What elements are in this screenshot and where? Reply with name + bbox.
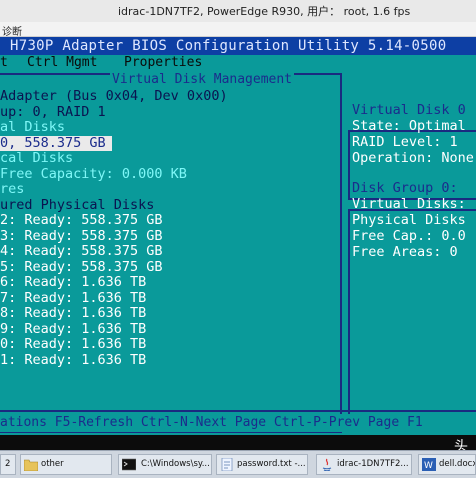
tree-line-hotspares[interactable]: res: [0, 181, 24, 198]
taskbar: 2 other C:\Windows\sy... password.txt -.…: [0, 450, 476, 478]
tree-line-disk[interactable]: 8: Ready: 1.636 TB: [0, 305, 146, 322]
tree-line-disk[interactable]: 4: Ready: 558.375 GB: [0, 243, 163, 260]
footer-divider: [0, 410, 476, 412]
taskbar-item-cmd[interactable]: C:\Windows\sy...: [118, 454, 212, 475]
tree-line-vd0-selected[interactable]: 0, 558.375 GB: [0, 135, 112, 151]
tree-line-unconfigured[interactable]: ured Physical Disks: [0, 197, 154, 214]
tree-line-disk[interactable]: 0: Ready: 1.636 TB: [0, 336, 146, 353]
taskbar-label: C:\Windows\sy...: [141, 459, 210, 469]
tree-line-disk[interactable]: 6: Ready: 1.636 TB: [0, 274, 146, 291]
notepad-icon: [221, 458, 233, 471]
java-icon: [322, 458, 332, 471]
tree-line-disk[interactable]: 9: Ready: 1.636 TB: [0, 321, 146, 338]
tree-line-adapter[interactable]: Adapter (Bus 0x04, Dev 0x00): [0, 88, 228, 105]
vd-info-title: Virtual Disk 0: [352, 102, 466, 118]
window-menubar: 诊断: [0, 22, 476, 38]
taskbar-item-notepad[interactable]: password.txt -...: [216, 454, 308, 475]
cmd-icon: [122, 458, 136, 471]
dg-info-free-areas: Free Areas: 0: [352, 244, 458, 260]
taskbar-item-folder[interactable]: other: [20, 454, 112, 475]
dg-info-physical-disks: Physical Disks: [352, 212, 466, 228]
dg-info-virtual-disks: Virtual Disks:: [352, 196, 466, 212]
tree-line-disk[interactable]: 5: Ready: 558.375 GB: [0, 259, 163, 276]
bios-menu: t Ctrl Mgmt Properties: [0, 55, 476, 71]
tree-line-disk[interactable]: 2: Ready: 558.375 GB: [0, 212, 163, 229]
taskbar-label: password.txt -...: [237, 459, 306, 469]
bios-header-title: H730P Adapter BIOS Configuration Utility…: [10, 38, 447, 54]
dg-info-title: Disk Group 0:: [352, 180, 458, 196]
bios-header: H730P Adapter BIOS Configuration Utility…: [0, 37, 476, 55]
tree-line-disk[interactable]: 3: Ready: 558.375 GB: [0, 228, 163, 245]
vd-info-state: State: Optimal: [352, 118, 466, 134]
footer-keys: ations F5-Refresh Ctrl-N-Next Page Ctrl-…: [0, 415, 423, 430]
taskbar-item-word[interactable]: W dell.docx: [418, 454, 476, 475]
menu-item-properties[interactable]: Properties: [124, 55, 202, 71]
svg-text:W: W: [424, 461, 433, 471]
taskbar-item-partial[interactable]: 2: [0, 454, 16, 475]
tree-line-physical-disks[interactable]: cal Disks: [0, 150, 73, 167]
menu-item-ctrl-mgmt[interactable]: Ctrl Mgmt: [27, 55, 97, 71]
taskbar-label: idrac-1DN7TF2...: [337, 459, 409, 469]
taskbar-label: other: [41, 459, 64, 469]
tree-line-disk[interactable]: 7: Ready: 1.636 TB: [0, 290, 146, 307]
taskbar-label: dell.docx: [439, 459, 476, 469]
dg-info-free-cap: Free Cap.: 0.0: [352, 228, 466, 244]
taskbar-item-java[interactable]: idrac-1DN7TF2...: [316, 454, 412, 475]
tree-line-free-capacity[interactable]: Free Capacity: 0.000 KB: [0, 166, 187, 183]
vd-info-operation: Operation: None: [352, 150, 474, 166]
vd-mgmt-title: Virtual Disk Management: [110, 72, 295, 87]
vd-info-raid: RAID Level: 1: [352, 134, 458, 150]
tree-line-disk[interactable]: 1: Ready: 1.636 TB: [0, 352, 146, 369]
word-icon: W: [422, 458, 436, 471]
menu-item-partial[interactable]: t: [0, 55, 8, 71]
menu-diagnostics[interactable]: 诊断: [2, 23, 22, 38]
taskbar-label: 2: [5, 459, 11, 469]
bios-screen: H730P Adapter BIOS Configuration Utility…: [0, 37, 476, 435]
folder-icon: [24, 459, 38, 471]
window-titlebar: idrac-1DN7TF2, PowerEdge R930, 用户： root,…: [0, 0, 476, 22]
window-title: idrac-1DN7TF2, PowerEdge R930, 用户： root,…: [118, 5, 411, 18]
bios-footer: ations F5-Refresh Ctrl-N-Next Page Ctrl-…: [0, 414, 476, 432]
tree-line-group[interactable]: up: 0, RAID 1: [0, 104, 106, 121]
tree-line-virtual-disks[interactable]: al Disks: [0, 119, 65, 136]
